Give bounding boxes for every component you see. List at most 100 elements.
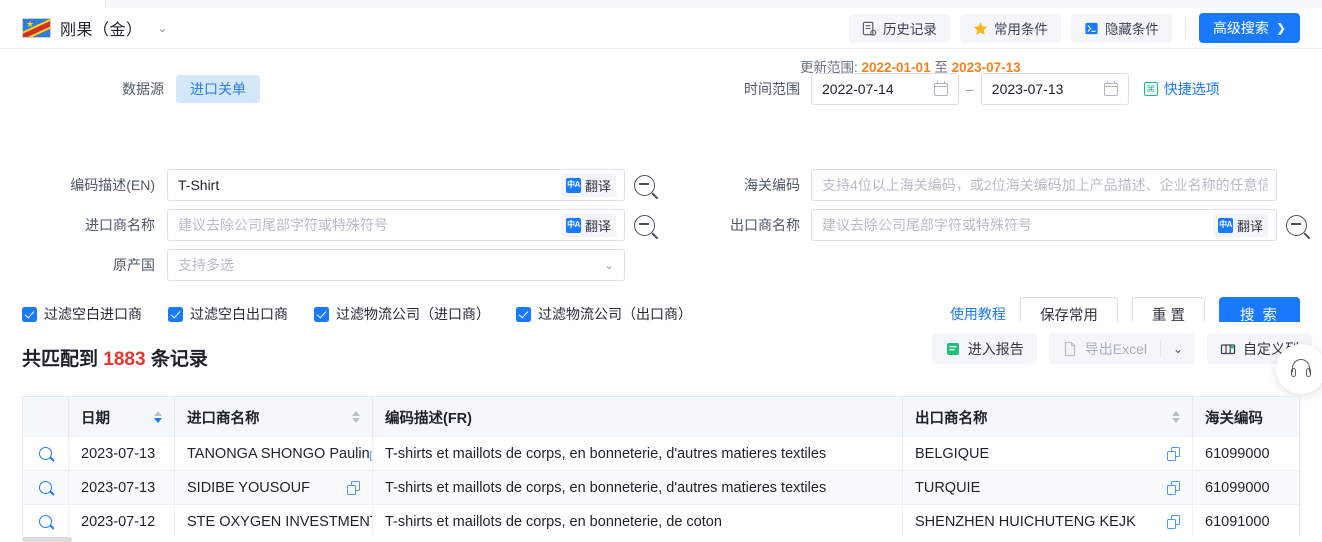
date-end-field[interactable]: 2023-07-13 bbox=[980, 73, 1129, 105]
row-detail-button[interactable] bbox=[23, 505, 69, 538]
header-divider bbox=[1184, 17, 1186, 39]
cell-exporter: TURQUIE bbox=[903, 471, 1193, 504]
translate-button-exporter[interactable]: 中A 翻译 bbox=[1212, 213, 1268, 237]
favorites-button[interactable]: 常用条件 bbox=[959, 13, 1061, 43]
advanced-search-button[interactable]: 高级搜索 ❯ bbox=[1198, 13, 1300, 43]
results-count-prefix: 共匹配到 bbox=[22, 349, 104, 370]
copy-icon[interactable] bbox=[1167, 446, 1180, 461]
th-exporter-label: 出口商名称 bbox=[915, 410, 988, 427]
hide-icon bbox=[1084, 21, 1099, 36]
sort-toggle-importer[interactable] bbox=[352, 411, 360, 423]
export-dropdown-caret[interactable]: ⌄ bbox=[1161, 333, 1195, 364]
cell-importer-text: STE OXYGEN INVESTMENT bbox=[187, 513, 373, 530]
row-detail-button[interactable] bbox=[23, 471, 69, 504]
cell-importer-text: SIDIBE YOUSOUF bbox=[187, 479, 311, 496]
history-button[interactable]: 历史记录 bbox=[848, 13, 950, 43]
origin-label: 原产国 bbox=[113, 257, 155, 273]
cell-hs-code: 61099000 bbox=[1205, 445, 1270, 462]
enter-report-label: 进入报告 bbox=[967, 340, 1024, 357]
table-row[interactable]: 2023-07-12 STE OXYGEN INVESTMENT T-shirt… bbox=[23, 505, 1299, 539]
export-excel-button[interactable]: 导出Excel bbox=[1049, 333, 1160, 364]
th-hs-code-label: 海关编码 bbox=[1205, 410, 1263, 427]
importer-input[interactable] bbox=[178, 217, 555, 233]
th-description: 编码描述(FR) bbox=[373, 397, 903, 437]
cell-hs-code: 61099000 bbox=[1205, 479, 1270, 496]
copy-icon[interactable] bbox=[347, 480, 360, 495]
translate-button-code-desc[interactable]: 中A 翻译 bbox=[560, 173, 616, 197]
copy-icon[interactable] bbox=[1167, 480, 1180, 495]
search-icon bbox=[39, 447, 52, 460]
translate-label: 翻译 bbox=[584, 178, 611, 194]
th-importer-label: 进口商名称 bbox=[187, 410, 260, 427]
zoom-out-icon-importer[interactable] bbox=[634, 214, 655, 236]
importer-row: 进口商名称 中A 翻译 bbox=[50, 209, 655, 241]
export-excel-label: 导出Excel bbox=[1084, 340, 1147, 357]
app-root: ★ 刚果（金） ⌄ 历史记录 常用条件 隐藏条件 高级搜索 ❯ 数据源 进口关单… bbox=[0, 0, 1322, 542]
importer-label: 进口商名称 bbox=[85, 217, 155, 233]
code-desc-input[interactable] bbox=[178, 177, 555, 193]
tab-active-area bbox=[106, 0, 1322, 8]
cell-description: T-shirts et maillots de corps, en bonnet… bbox=[373, 505, 903, 538]
cell-importer: TANONGA SHONGO Paulin bbox=[175, 437, 373, 470]
hide-conditions-button[interactable]: 隐藏条件 bbox=[1070, 13, 1172, 43]
calendar-icon bbox=[1103, 81, 1118, 96]
th-date[interactable]: 日期 bbox=[69, 397, 175, 437]
table-row[interactable]: 2023-07-13 TANONGA SHONGO Paulin T-shirt… bbox=[23, 437, 1299, 471]
table-row[interactable]: 2023-07-13 SIDIBE YOUSOUF T-shirts et ma… bbox=[23, 471, 1299, 505]
cell-date: 2023-07-13 bbox=[69, 437, 175, 470]
columns-icon bbox=[1220, 341, 1236, 357]
copy-icon[interactable] bbox=[1167, 514, 1180, 529]
origin-row: 原产国 支持多选 ⌄ bbox=[50, 249, 625, 281]
sort-toggle-exporter[interactable] bbox=[1172, 411, 1180, 423]
time-range-label: 时间范围 bbox=[744, 81, 800, 97]
exporter-row: 出口商名称 中A 翻译 bbox=[728, 209, 1307, 241]
checkbox-filter-logistics-importer[interactable]: 过滤物流公司（进口商） bbox=[314, 304, 490, 324]
exporter-field[interactable]: 中A 翻译 bbox=[811, 209, 1277, 241]
cell-exporter: SHENZHEN HUICHUTENG KEJK bbox=[903, 505, 1193, 538]
translate-button-importer[interactable]: 中A 翻译 bbox=[560, 213, 616, 237]
support-button[interactable] bbox=[1276, 344, 1322, 394]
hs-code-input[interactable] bbox=[822, 177, 1268, 193]
row-detail-button[interactable] bbox=[23, 437, 69, 470]
favorites-button-label: 常用条件 bbox=[993, 22, 1048, 37]
zoom-out-icon-code-desc[interactable] bbox=[634, 174, 655, 196]
checkbox-box bbox=[314, 306, 329, 322]
checkbox-box bbox=[22, 306, 37, 322]
hs-code-field[interactable] bbox=[811, 169, 1277, 201]
date-start-value: 2022-07-14 bbox=[822, 81, 894, 97]
zoom-out-icon-exporter[interactable] bbox=[1286, 214, 1307, 236]
importer-field[interactable]: 中A 翻译 bbox=[167, 209, 625, 241]
history-icon bbox=[862, 21, 877, 36]
checkbox-filter-logistics-exporter[interactable]: 过滤物流公司（出口商） bbox=[516, 304, 692, 324]
code-desc-field[interactable]: 中A 翻译 bbox=[167, 169, 625, 201]
exporter-input[interactable] bbox=[822, 217, 1207, 233]
code-desc-row: 编码描述(EN) 中A 翻译 bbox=[50, 169, 655, 201]
dr-congo-flag-icon: ★ bbox=[22, 18, 51, 38]
filter-checkbox-group: 过滤空白进口商 过滤空白出口商 过滤物流公司（进口商） 过滤物流公司（出口商） bbox=[22, 304, 692, 324]
cell-importer-text: TANONGA SHONGO Paulin bbox=[187, 445, 370, 462]
th-importer[interactable]: 进口商名称 bbox=[175, 397, 373, 437]
sort-toggle-date[interactable] bbox=[154, 411, 162, 423]
quick-options-button[interactable]: ⌘ 快捷选项 bbox=[1143, 79, 1220, 99]
table-head: 日期 进口商名称 编码描述(FR) 出口商名称 海关编码 bbox=[23, 397, 1299, 437]
translate-label: 翻译 bbox=[1236, 218, 1263, 234]
th-description-label: 编码描述(FR) bbox=[385, 410, 472, 427]
date-start-field[interactable]: 2022-07-14 bbox=[811, 73, 959, 105]
th-exporter[interactable]: 出口商名称 bbox=[903, 397, 1193, 437]
checkbox-box bbox=[168, 306, 183, 322]
tutorial-link[interactable]: 使用教程 bbox=[950, 304, 1006, 324]
checkbox-label: 过滤空白出口商 bbox=[190, 306, 288, 322]
checkbox-filter-blank-importer[interactable]: 过滤空白进口商 bbox=[22, 304, 142, 324]
checkbox-filter-blank-exporter[interactable]: 过滤空白出口商 bbox=[168, 304, 288, 324]
origin-select[interactable]: 支持多选 ⌄ bbox=[167, 249, 625, 281]
hs-code-row: 海关编码 bbox=[728, 169, 1277, 201]
calendar-icon bbox=[934, 81, 948, 96]
datasource-tab-import[interactable]: 进口关单 bbox=[176, 75, 260, 103]
scrollbar-thumb[interactable] bbox=[22, 537, 72, 542]
country-selector[interactable]: ★ 刚果（金） ⌄ bbox=[0, 16, 168, 40]
horizontal-scrollbar[interactable] bbox=[22, 536, 1300, 542]
results-count-value: 1883 bbox=[103, 349, 146, 370]
chevron-down-icon[interactable]: ⌄ bbox=[158, 21, 168, 35]
enter-report-button[interactable]: 进入报告 bbox=[931, 333, 1037, 364]
export-excel-group: 导出Excel ⌄ bbox=[1048, 333, 1195, 364]
